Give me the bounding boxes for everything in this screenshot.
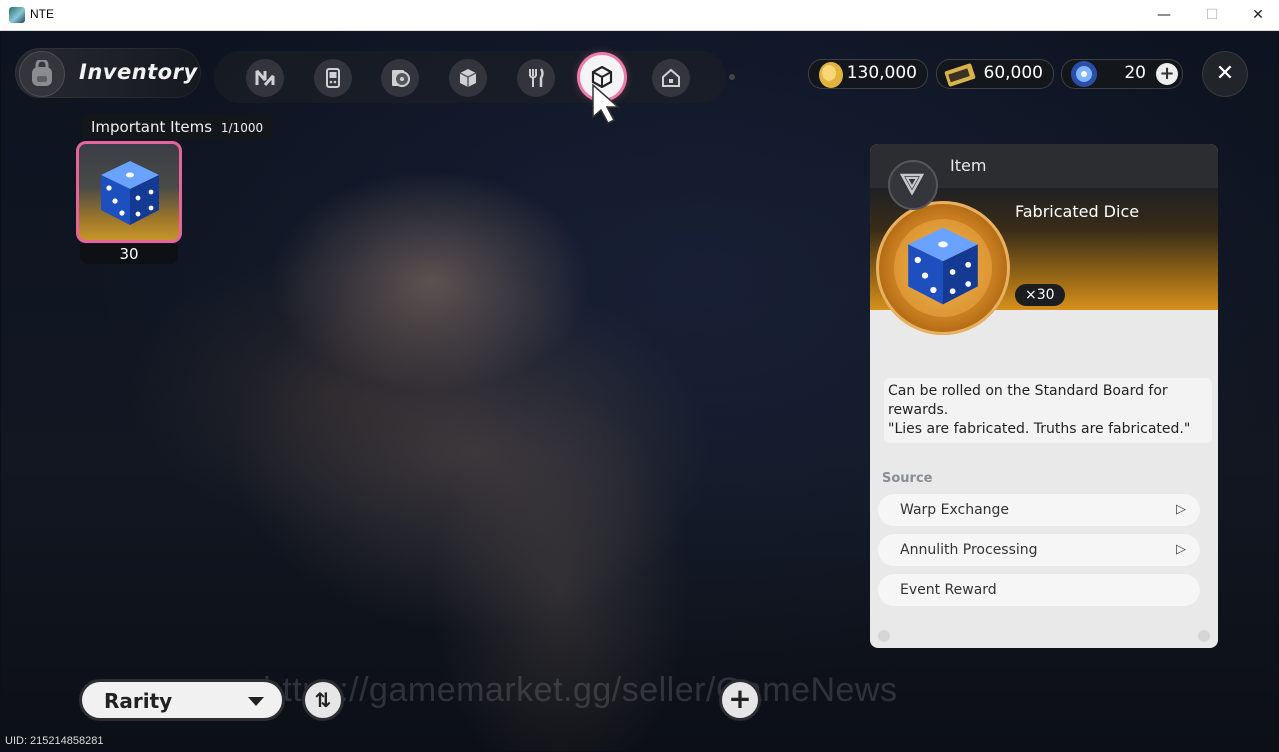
app-icon [9, 7, 25, 23]
sort-dropdown-label: Rarity [104, 689, 173, 713]
detail-quantity: ×30 [1015, 284, 1065, 306]
ticket-value: 60,000 [983, 63, 1043, 83]
source-event-reward: Event Reward [878, 574, 1200, 606]
description-line-2: "Lies are fabricated. Truths are fabrica… [888, 421, 1191, 437]
ticket-icon [944, 63, 976, 87]
currency-crystal: 20 + [1061, 59, 1183, 89]
add-button[interactable]: + [719, 679, 761, 721]
tab-gameboy-icon[interactable] [314, 59, 352, 97]
inventory-title: Inventory [79, 60, 198, 84]
dice-icon [101, 161, 159, 225]
chevron-right-icon: ▷ [1176, 542, 1186, 557]
description-line-1: Can be rolled on the Standard Board for … [888, 383, 1168, 418]
gold-coin-icon [819, 62, 843, 88]
chevron-right-icon: ▷ [1176, 502, 1186, 517]
item-description: Can be rolled on the Standard Board for … [884, 378, 1212, 443]
section-label: Important Items 1/1000 [81, 114, 274, 140]
game-viewport: Inventory 130,000 60,000 20 + ✕ Importan… [1, 31, 1278, 751]
section-count: 1/1000 [220, 121, 264, 135]
inventory-header: Inventory [15, 48, 201, 98]
minimize-button[interactable]: — [1141, 0, 1187, 30]
tab-home-icon[interactable] [652, 59, 690, 97]
window-titlebar: NTE — ☐ ✕ [0, 0, 1279, 31]
mouse-cursor-icon [592, 83, 620, 124]
add-crystal-button[interactable]: + [1156, 63, 1178, 85]
caret-down-icon [248, 697, 264, 706]
source-warp-exchange[interactable]: Warp Exchange ▷ [878, 494, 1200, 526]
dice-icon [908, 227, 978, 305]
currency-gold: 130,000 [808, 59, 928, 89]
tab-box-icon[interactable] [449, 59, 487, 97]
tab-n-logo-icon[interactable] [246, 59, 284, 97]
item-category-emblem-icon [888, 160, 938, 210]
section-title: Important Items [91, 118, 213, 136]
window-title: NTE [30, 7, 54, 21]
source-label-text: Warp Exchange [900, 502, 1010, 518]
watermark: https://gamemarket.gg/seller/GameNews [263, 671, 898, 709]
item-medal [876, 201, 1010, 335]
window-close-button[interactable]: ✕ [1235, 0, 1279, 30]
source-label-text: Annulith Processing [900, 542, 1038, 558]
item-slot-count: 30 [80, 244, 178, 264]
backpack-icon [19, 51, 65, 97]
user-id: UID: 215214858281 [5, 735, 104, 747]
detail-item-name: Fabricated Dice [1015, 202, 1140, 221]
currency-ticket: 60,000 [936, 59, 1054, 89]
tab-indicator-dot [729, 74, 735, 80]
tab-food-icon[interactable] [517, 59, 555, 97]
category-tabs [214, 51, 726, 103]
tab-disc-icon[interactable] [381, 59, 419, 97]
source-label: Source [882, 471, 933, 486]
sort-order-button[interactable]: ⇅ [302, 679, 344, 721]
source-label-text: Event Reward [900, 582, 997, 598]
crystal-icon [1071, 61, 1097, 87]
item-detail-panel: Item Fabricated Dice ×30 Can be rolled o… [870, 144, 1218, 648]
close-inventory-button[interactable]: ✕ [1202, 51, 1248, 97]
maximize-button[interactable]: ☐ [1189, 0, 1235, 30]
sort-dropdown[interactable]: Rarity [79, 679, 285, 721]
crystal-value: 20 [1124, 63, 1146, 83]
gold-value: 130,000 [846, 63, 917, 83]
detail-kind: Item [950, 156, 987, 175]
source-annulith-processing[interactable]: Annulith Processing ▷ [878, 534, 1200, 566]
item-slot-fabricated-dice[interactable] [76, 141, 182, 243]
